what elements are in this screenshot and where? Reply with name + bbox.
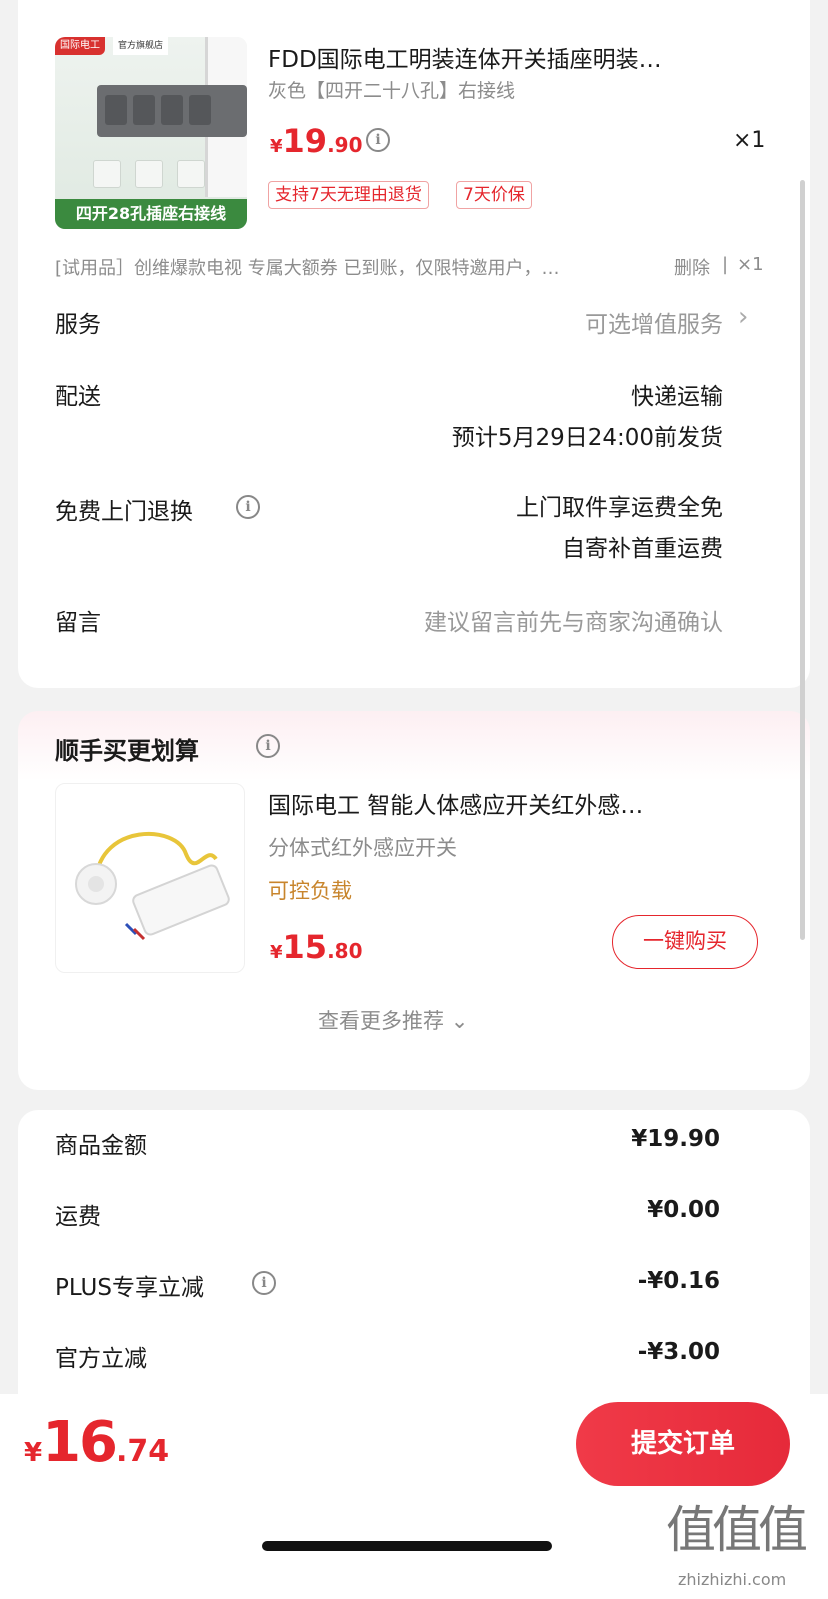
summary-label-shipping: 运费 — [55, 1204, 101, 1230]
motion-sensor-graphic — [75, 832, 230, 941]
total-price: ¥16.74 — [24, 1410, 169, 1475]
message-input[interactable]: 建议留言前先与商家沟通确认 — [424, 603, 723, 637]
summary-value-shipping: ¥0.00 — [647, 1197, 720, 1223]
service-option-link[interactable]: 可选增值服务 — [585, 305, 723, 339]
trial-quantity: ×1 — [737, 254, 764, 275]
summary-value-plus: -¥0.16 — [637, 1268, 720, 1294]
free-return-label: 免费上门退换 — [55, 499, 193, 525]
upsell-price: ¥15.80 — [270, 928, 363, 966]
chevron-right-icon[interactable]: › — [738, 302, 748, 332]
product-price: ¥19.90 — [270, 122, 363, 160]
price-decimal: .80 — [327, 939, 363, 963]
total-decimal: .74 — [116, 1434, 170, 1469]
socket-graphic — [161, 95, 183, 125]
submit-order-button[interactable]: 提交订单 — [576, 1402, 790, 1486]
price-integer: 15 — [282, 928, 328, 966]
plus-discount-info-icon[interactable]: i — [252, 1271, 276, 1295]
socket-graphic — [133, 95, 155, 125]
delivery-label: 配送 — [55, 384, 101, 410]
product-quantity: ×1 — [733, 128, 766, 153]
watermark-logo: 值值值 — [666, 1501, 808, 1559]
total-integer: 16 — [42, 1410, 118, 1475]
summary-label-plus: PLUS专享立减 — [55, 1275, 204, 1301]
product-image-brand: 国际电工 — [55, 37, 105, 55]
summary-label-official: 官方立减 — [55, 1346, 147, 1372]
upsell-product-spec: 分体式红外感应开关 — [268, 836, 457, 860]
summary-label-goods: 商品金额 — [55, 1133, 147, 1159]
upsell-highlight: 可控负载 — [268, 879, 352, 903]
product-spec[interactable]: 灰色【四开二十八孔】右接线 — [268, 76, 515, 103]
trial-delete-link[interactable]: 删除 — [674, 254, 710, 280]
upsell-info-icon[interactable]: i — [256, 734, 280, 758]
scrollbar[interactable] — [800, 180, 805, 940]
socket-graphic — [105, 95, 127, 125]
see-more-label: 查看更多推荐 — [318, 1009, 444, 1033]
upsell-product-title[interactable]: 国际电工 智能人体感应开关红外感… — [268, 786, 758, 820]
socket-module-graphic — [93, 160, 121, 188]
free-return-line1: 上门取件享运费全免 — [516, 495, 723, 521]
trial-separator: | — [722, 254, 729, 275]
price-info-icon[interactable]: i — [366, 128, 390, 152]
delivery-method[interactable]: 快递运输 — [631, 377, 723, 411]
service-label: 服务 — [55, 312, 101, 338]
product-image-banner: 四开28孔插座右接线 — [55, 199, 247, 229]
return-policy-tag: 支持7天无理由退货 — [268, 181, 429, 209]
product-image-store: 官方旗舰店 — [113, 37, 169, 55]
socket-module-graphic — [135, 160, 163, 188]
free-return-line2: 自寄补首重运费 — [562, 536, 723, 562]
price-integer: 19 — [282, 122, 328, 160]
watermark-site: zhizhizhi.com — [678, 1570, 787, 1589]
price-currency: ¥ — [270, 942, 283, 963]
one-click-buy-button[interactable]: 一键购买 — [612, 915, 758, 969]
home-indicator[interactable] — [262, 1541, 552, 1551]
free-return-info-icon[interactable]: i — [236, 495, 260, 519]
upsell-section-title: 顺手买更划算 — [55, 737, 199, 765]
product-title[interactable]: FDD国际电工明装连体开关插座明装… — [268, 40, 758, 74]
switch-module-graphic — [177, 160, 205, 188]
delivery-estimate: 预计5月29日24:00前发货 — [451, 425, 723, 451]
trial-item-text: [试用品］创维爆款电视 专属大额券 已到账，仅限特邀用户，… — [55, 258, 560, 279]
product-image[interactable]: 国际电工 官方旗舰店 四开28孔插座右接线 — [55, 37, 247, 229]
summary-value-goods: ¥19.90 — [631, 1126, 720, 1152]
summary-value-official: -¥3.00 — [637, 1339, 720, 1365]
price-decimal: .90 — [327, 133, 363, 157]
socket-graphic — [189, 95, 211, 125]
price-protect-tag: 7天价保 — [456, 181, 532, 209]
message-label: 留言 — [55, 610, 101, 636]
see-more-recommendations-link[interactable]: 查看更多推荐 ⌄ — [318, 1005, 468, 1035]
price-currency: ¥ — [270, 136, 283, 157]
chevron-down-icon: ⌄ — [450, 1009, 469, 1033]
upsell-product-image[interactable] — [55, 783, 245, 973]
total-currency: ¥ — [24, 1438, 43, 1468]
